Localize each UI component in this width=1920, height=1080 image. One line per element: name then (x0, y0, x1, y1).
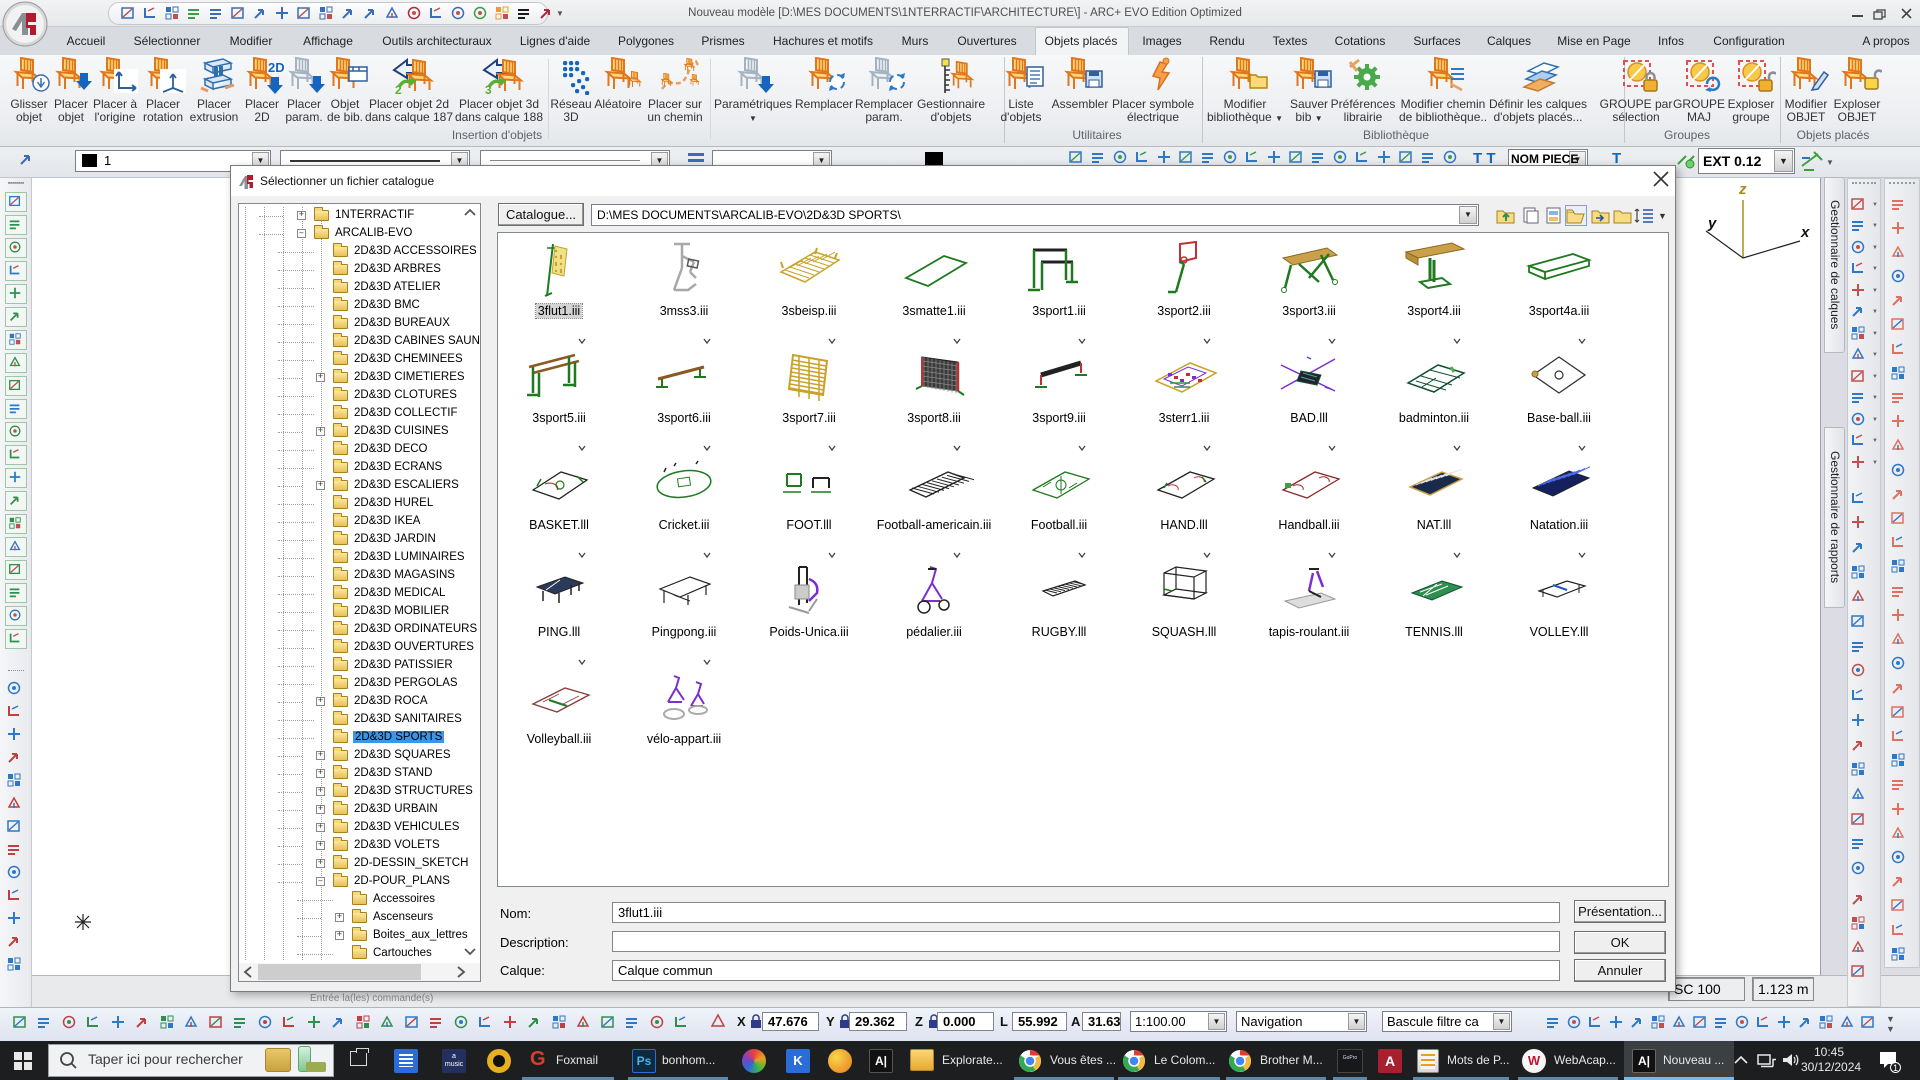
svg-text:z: z (1738, 181, 1747, 198)
svg-text:3: 3 (485, 83, 492, 95)
svg-text:y: y (1707, 215, 1717, 232)
svg-text:2: 2 (395, 83, 402, 95)
svg-text:x: x (1800, 224, 1810, 241)
svg-text:2D: 2D (268, 60, 285, 75)
